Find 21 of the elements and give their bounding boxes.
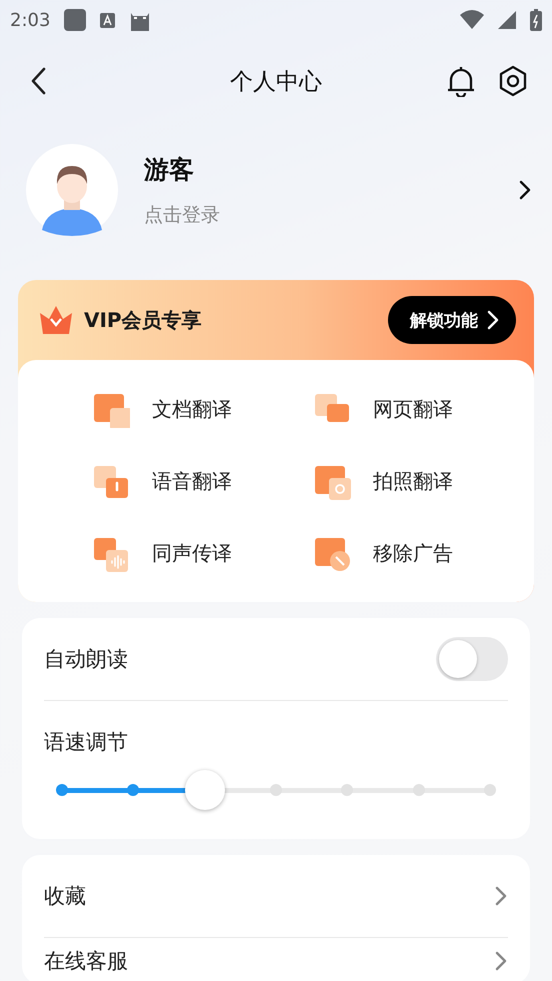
setting-label: 语速调节 — [44, 729, 128, 756]
vip-title: VIP会员专享 — [84, 306, 203, 334]
setting-label: 自动朗读 — [44, 646, 128, 673]
user-name: 游客 — [144, 154, 195, 186]
feature-item[interactable]: 同声传译 — [92, 534, 313, 572]
feature-label: 文档翻译 — [152, 396, 232, 422]
feature-item[interactable]: 文档翻译 — [92, 390, 313, 428]
menu-item[interactable]: 收藏 — [44, 855, 508, 937]
feature-item[interactable]: 语音翻译 — [92, 462, 313, 500]
feature-label: 语音翻译 — [152, 468, 232, 494]
feature-item[interactable]: 网页翻译 — [313, 390, 534, 428]
feature-label: 移除广告 — [373, 540, 453, 566]
page-title: 个人中心 — [230, 68, 322, 96]
feature-label: 拍照翻译 — [373, 468, 453, 494]
feature-item[interactable]: 移除广告 — [313, 534, 534, 572]
unlock-button[interactable]: 解锁功能 — [388, 296, 516, 344]
menu-item[interactable]: 在线客服 — [44, 938, 508, 981]
feature-label: 网页翻译 — [373, 396, 453, 422]
feature-item[interactable]: 拍照翻译 — [313, 462, 534, 500]
feature-label: 同声传译 — [152, 540, 232, 566]
status-time: 2:03 — [10, 10, 50, 30]
